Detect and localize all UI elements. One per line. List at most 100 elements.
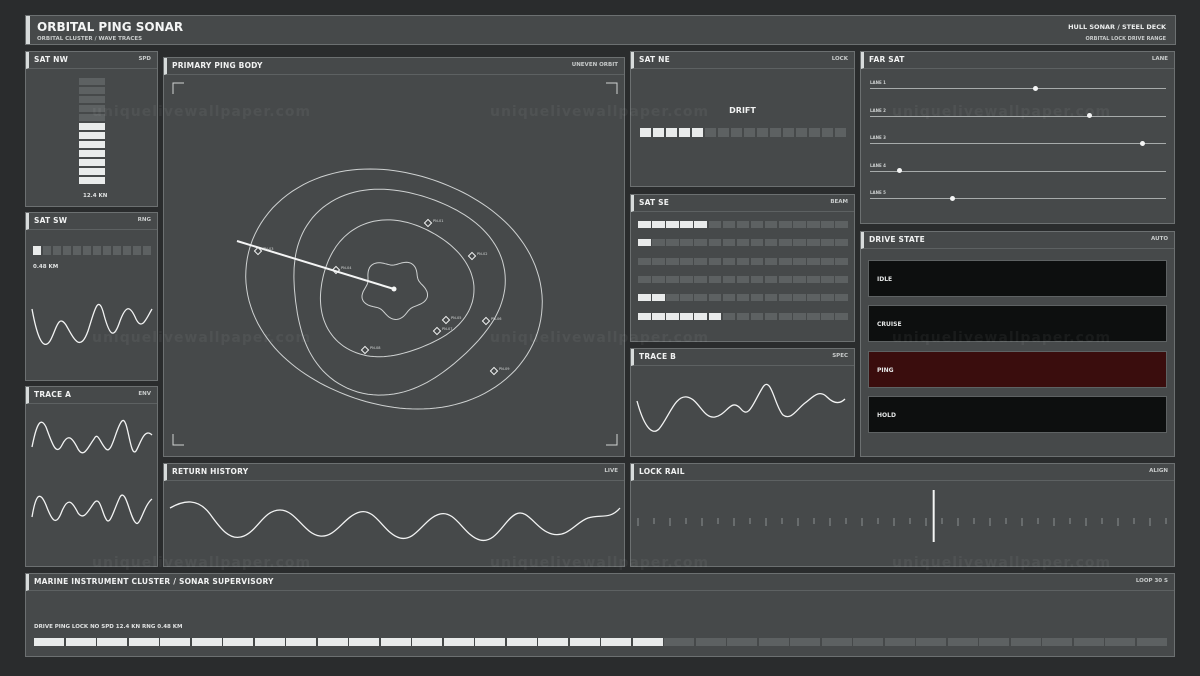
loop-progress-segment [569,638,600,646]
beam-segment [736,294,750,302]
loop-progress-segment [1073,638,1104,646]
ping-label: PN-06 [491,317,501,321]
lane-knob[interactable] [950,195,956,201]
app-subtitle: ORBITAL CLUSTER / WAVE TRACES [37,36,143,42]
loop-progress-segment [853,638,884,646]
ping-label: PN-03 [263,247,273,251]
beam-row [638,221,848,228]
watermark: uniquelivewallpaper.com [892,104,1112,120]
beam-row [638,239,848,247]
lane-track[interactable] [870,88,1166,89]
orbit-ring [319,219,475,358]
speed-level-segment [79,122,105,131]
loop-progress-segment [223,638,254,646]
beam-segment [666,221,679,228]
beam-segment [793,221,806,228]
drift-segment [756,128,769,137]
beam-segment [821,294,834,302]
ping-label: PN-08 [370,346,380,350]
beam-segment [708,239,722,247]
beam-segment [807,275,820,283]
ping-label: PN-09 [499,367,509,371]
lane-knob[interactable] [897,168,903,173]
loop-progress-segment [1105,638,1136,646]
drive-option-ping[interactable]: PING [868,350,1167,388]
drive-option-label: CRUISE [877,321,902,329]
speed-level-segment [79,149,105,158]
loop-progress-segment [65,638,96,646]
drift-segment [730,128,743,137]
speed-level-segment [79,95,105,104]
corner-bl [172,434,184,446]
watermark: uniquelivewallpaper.com [92,104,312,120]
beam-segment [750,312,764,320]
lane-label: LANE 3 [870,135,886,140]
watermark: uniquelivewallpaper.com [490,104,710,120]
beam-segment [638,312,651,320]
speed-readout: 12.4 KN [83,193,108,199]
beam-segment [779,275,792,283]
loop-progress-segment [97,638,128,646]
loop-progress-segment [916,638,947,646]
lane-track[interactable] [870,170,1166,172]
panel-title: MARINE INSTRUMENT CLUSTER / SONAR SUPERV… [34,577,274,586]
lane-knob[interactable] [1033,85,1039,91]
beam-segment [835,312,848,320]
panel-sat-se: SAT SE BEAM [630,194,855,342]
lane-track[interactable] [870,143,1166,144]
ping-label: PN-04 [341,266,352,270]
beam-segment [807,312,820,320]
beam-segment [722,312,736,320]
ping-marker[interactable] [467,251,477,261]
loop-progress-segment [506,638,537,646]
ping-label: PN-07 [442,327,452,331]
panel-tag: SPD [138,56,151,62]
beam-segment [666,257,679,265]
beam-segment [764,294,778,302]
drive-option-hold[interactable]: HOLD [868,395,1167,433]
corner-brackets [172,82,618,446]
drive-option-idle[interactable]: IDLE [868,260,1167,297]
drive-option-label: HOLD [877,411,896,419]
beam-segment [722,257,736,265]
beam-segment [694,221,707,228]
ping-marker[interactable] [481,316,491,326]
beam-segment [793,239,806,247]
trace-b-line [636,383,846,432]
panel-header: SAT NW SPD [26,52,157,69]
loop-progress-segment [601,638,632,646]
beam-segment [694,294,707,302]
panel-title: SAT SE [639,198,670,207]
beam-segment [779,257,792,265]
drift-segment [678,128,691,137]
ping-marker[interactable] [432,326,442,336]
loop-progress-segment [884,638,915,646]
return-history-svg [169,501,621,541]
loop-progress-segment [821,638,852,646]
beam-segment [652,257,665,265]
loop-progress-segment [254,638,285,646]
ping-marker[interactable] [423,218,433,228]
beam-segment [652,294,665,302]
ping-label: PN-05 [451,316,461,320]
loop-progress-segment [758,638,789,646]
beam-segment [793,257,806,265]
corner-tr [606,82,618,94]
ping-marker[interactable] [489,366,499,376]
panel-tag: LOCK [831,56,848,62]
beam-segment [807,294,820,302]
ping-marker[interactable] [360,345,370,355]
beam-segment [821,239,834,247]
drift-segment [704,128,717,137]
beam-segment [821,257,834,265]
trace-a-lower [31,494,153,525]
lane-knob[interactable] [1139,140,1145,146]
beam-segment [807,257,820,265]
ping-marker[interactable] [441,315,451,325]
drive-option-label: IDLE [877,276,893,283]
beam-segment [708,221,722,228]
beam-segment [807,239,820,247]
lane-track[interactable] [870,198,1166,199]
lock-rail-svg [637,490,1167,542]
drift-segment [652,128,665,137]
